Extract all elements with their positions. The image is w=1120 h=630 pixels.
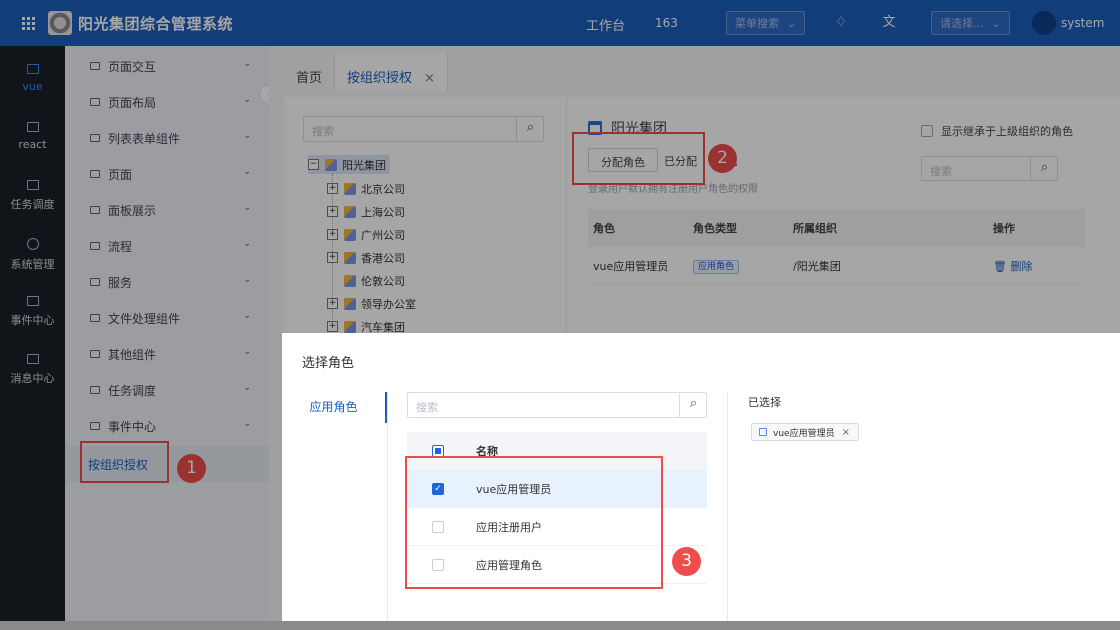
annotation-box-3 [405,456,663,589]
search-icon[interactable]: ⌕ [679,392,707,418]
dialog-divider-left [387,392,388,630]
selected-role-chip[interactable]: vue应用管理员 × [751,423,859,441]
dialog-title: 选择角色 [302,356,355,371]
tab-application-role[interactable]: 应用角色 [282,392,387,423]
selected-title: 已选择 [748,396,781,409]
dialog-search-input[interactable]: 搜索 [407,392,707,418]
dialog-divider-right [727,392,728,630]
annotation-badge-3: 3 [672,547,701,576]
horizontal-scrollbar[interactable] [0,621,1120,630]
close-icon[interactable]: × [842,427,850,438]
lock-icon [759,428,767,436]
